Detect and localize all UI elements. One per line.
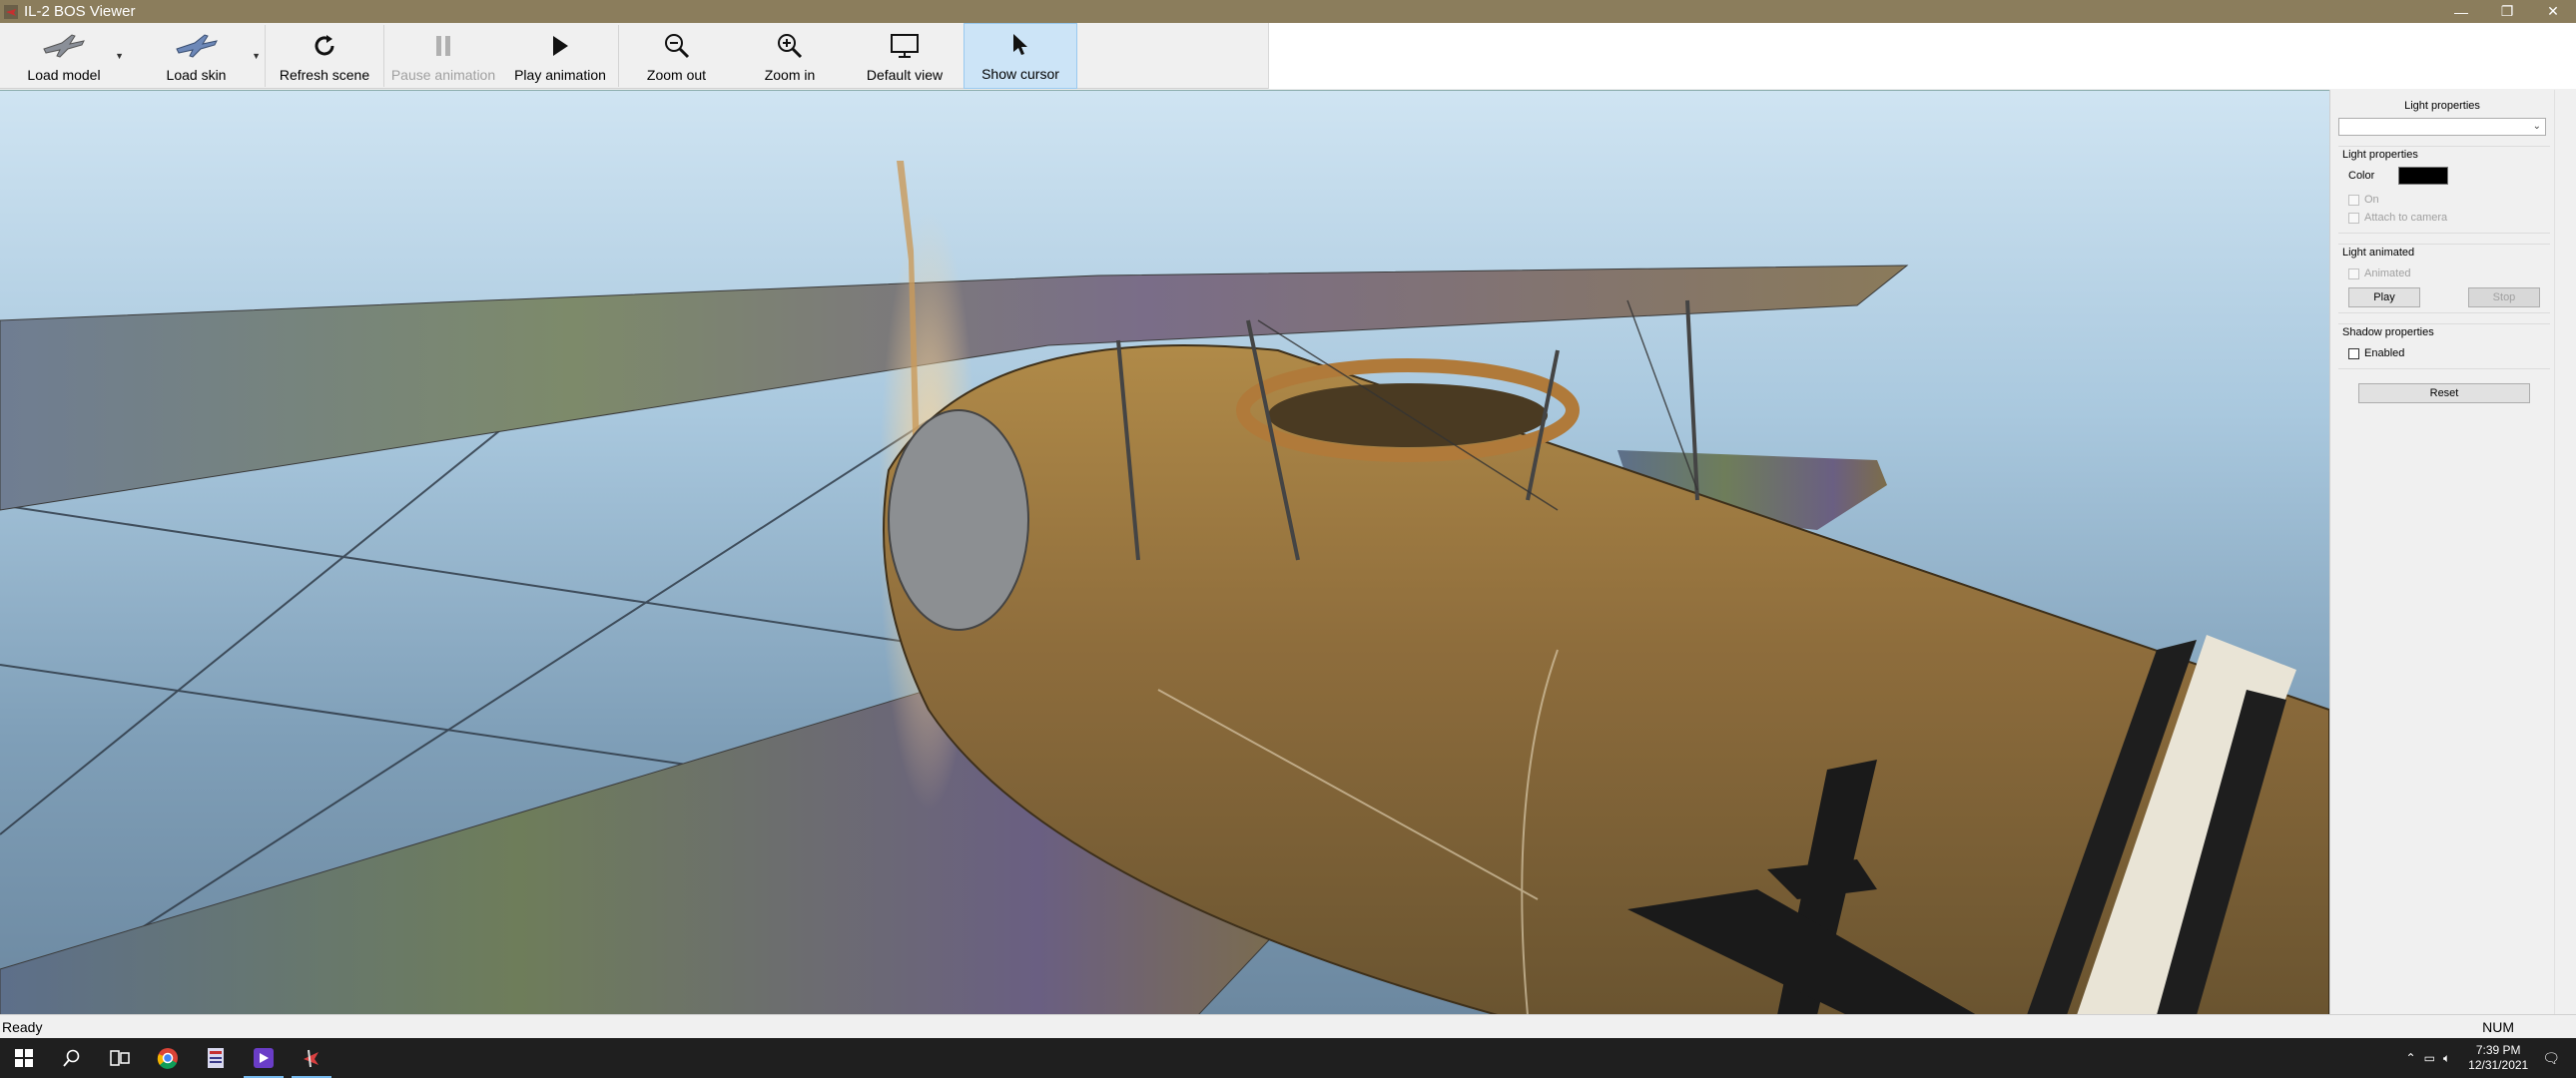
refresh-scene-label: Refresh scene <box>279 67 370 83</box>
taskbar-app-file[interactable] <box>192 1038 240 1078</box>
on-checkbox[interactable] <box>2348 194 2359 206</box>
cursor-icon <box>1013 34 1027 55</box>
taskbar-app-video[interactable] <box>240 1038 288 1078</box>
load-skin-button[interactable]: Load skin ▼ <box>128 23 265 89</box>
shadow-enabled-checkbox[interactable] <box>2348 347 2359 359</box>
shadow-properties-group: Shadow properties Enabled <box>2338 323 2550 369</box>
monitor-icon <box>891 34 919 58</box>
pause-icon <box>436 36 450 56</box>
default-view-button[interactable]: Default view <box>846 23 964 89</box>
pause-animation-button[interactable]: Pause animation <box>384 23 502 89</box>
airplane-icon <box>43 34 85 58</box>
load-model-button[interactable]: Load model ▼ <box>0 23 128 89</box>
toolbar-empty-area <box>1268 23 2576 89</box>
status-text: Ready <box>2 1018 43 1035</box>
skin-airplane-icon <box>175 34 218 58</box>
taskbar: ⌃ ▭ 🔈︎ 7:39 PM 12/31/2021 🗨︎ <box>0 1038 2576 1078</box>
video-editor-icon <box>254 1048 274 1068</box>
load-skin-label: Load skin <box>166 67 227 83</box>
network-icon[interactable]: ▭ <box>2424 1051 2435 1065</box>
properties-panel: Light properties ⌄ Light properties Colo… <box>2329 90 2554 1014</box>
color-label: Color <box>2348 170 2375 182</box>
aircraft-scene <box>0 161 2329 1014</box>
taskbar-chrome[interactable] <box>144 1038 192 1078</box>
window-title: IL-2 BOS Viewer <box>24 3 136 20</box>
close-button[interactable]: ✕ <box>2530 0 2576 23</box>
search-icon <box>63 1049 80 1067</box>
chrome-icon <box>157 1048 178 1069</box>
load-skin-dropdown-icon[interactable]: ▼ <box>252 51 261 61</box>
play-animation-label: Play animation <box>514 67 606 83</box>
toolbar: Load model ▼ Load skin ▼ Refresh scene P… <box>0 23 1268 89</box>
zoom-in-button[interactable]: Zoom in <box>734 23 846 89</box>
task-view-button[interactable] <box>96 1038 144 1078</box>
attach-to-camera-checkbox[interactable] <box>2348 212 2359 224</box>
search-button[interactable] <box>48 1038 96 1078</box>
default-view-label: Default view <box>866 67 944 83</box>
animated-checkbox[interactable] <box>2348 268 2359 279</box>
task-view-icon <box>110 1050 130 1066</box>
zoom-out-label: Zoom out <box>646 67 707 83</box>
clock-time: 7:39 PM <box>2475 1043 2521 1057</box>
light-select[interactable]: ⌄ <box>2338 118 2546 136</box>
il2-viewer-icon <box>304 1049 319 1068</box>
shadow-properties-title: Shadow properties <box>2342 326 2434 338</box>
light-properties-title: Light properties <box>2342 149 2418 161</box>
show-cursor-label: Show cursor <box>981 66 1059 82</box>
document-app-icon <box>208 1048 224 1068</box>
load-model-dropdown-icon[interactable]: ▼ <box>115 51 124 61</box>
chevron-up-icon[interactable]: ⌃ <box>2406 1051 2416 1065</box>
app-icon <box>4 4 18 19</box>
system-tray: ⌃ ▭ 🔈︎ 7:39 PM 12/31/2021 🗨︎ <box>2406 1038 2576 1078</box>
num-lock-indicator: NUM <box>2482 1018 2514 1035</box>
clock-date: 12/31/2021 <box>2468 1058 2529 1072</box>
light-properties-group: Light properties Color On Attach to came… <box>2338 146 2550 234</box>
light-animated-title: Light animated <box>2342 247 2415 259</box>
windows-icon <box>15 1049 33 1067</box>
play-light-button[interactable]: Play <box>2348 287 2420 307</box>
stop-light-button[interactable]: Stop <box>2468 287 2540 307</box>
minimize-button[interactable]: — <box>2438 0 2484 23</box>
3d-viewport[interactable] <box>0 90 2329 1014</box>
status-bar: Ready NUM <box>0 1014 2576 1038</box>
restore-button[interactable]: ❐ <box>2484 0 2530 23</box>
pause-animation-label: Pause animation <box>390 67 496 83</box>
refresh-scene-button[interactable]: Refresh scene <box>266 23 383 89</box>
on-label: On <box>2364 194 2379 206</box>
panel-scrollbar[interactable] <box>2554 90 2576 1014</box>
zoom-out-icon <box>664 34 689 59</box>
shadow-enabled-label: Enabled <box>2364 347 2405 359</box>
show-cursor-button[interactable]: Show cursor <box>964 23 1077 89</box>
zoom-in-label: Zoom in <box>764 67 816 83</box>
chevron-down-icon: ⌄ <box>2532 121 2541 132</box>
load-model-label: Load model <box>27 67 101 83</box>
taskbar-il2-viewer[interactable] <box>288 1038 335 1078</box>
color-swatch[interactable] <box>2398 167 2448 185</box>
animated-label: Animated <box>2364 268 2411 279</box>
reset-button[interactable]: Reset <box>2358 383 2530 403</box>
volume-icon[interactable]: 🔈︎ <box>2443 1051 2450 1066</box>
attach-to-camera-label: Attach to camera <box>2364 212 2448 224</box>
start-button[interactable] <box>0 1038 48 1078</box>
title-bar: IL-2 BOS Viewer — ❐ ✕ <box>0 0 2576 23</box>
zoom-in-icon <box>778 34 803 59</box>
light-animated-group: Light animated Animated Play Stop <box>2338 244 2550 313</box>
clock[interactable]: 7:39 PM 12/31/2021 <box>2468 1043 2528 1073</box>
panel-header: Light properties <box>2404 100 2480 112</box>
play-icon <box>553 36 568 56</box>
refresh-icon <box>315 35 334 56</box>
play-animation-button[interactable]: Play animation <box>502 23 618 89</box>
notification-icon[interactable]: 🗨︎ <box>2542 1050 2560 1067</box>
zoom-out-button[interactable]: Zoom out <box>619 23 734 89</box>
